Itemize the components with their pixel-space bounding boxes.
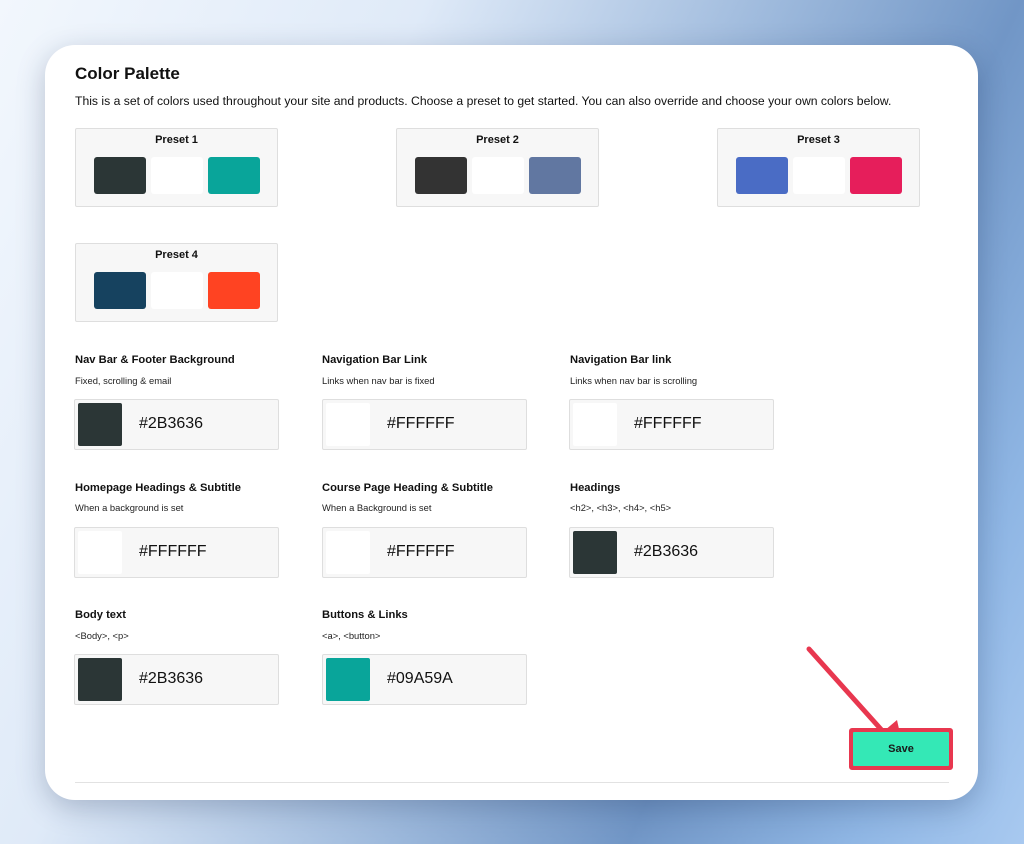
color-palette-panel: Color Palette This is a set of colors us… bbox=[45, 45, 978, 800]
preset-swatch bbox=[208, 272, 260, 309]
color-field-nav-footer-bg[interactable]: #2B3636 bbox=[74, 399, 279, 450]
field-subtitle-nav-link-scrolling: Links when nav bar is scrolling bbox=[570, 375, 698, 386]
preset-4-card[interactable]: Preset 4 bbox=[75, 243, 278, 322]
preset-label: Preset 4 bbox=[155, 249, 198, 261]
field-title-body-text: Body text bbox=[75, 609, 126, 621]
preset-swatch bbox=[151, 272, 203, 309]
hex-value[interactable]: #2B3636 bbox=[139, 670, 203, 688]
field-subtitle-homepage-headings: When a background is set bbox=[75, 502, 184, 513]
color-swatch[interactable] bbox=[326, 658, 370, 701]
field-title-homepage-headings: Homepage Headings & Subtitle bbox=[75, 482, 241, 494]
hex-value[interactable]: #FFFFFF bbox=[139, 543, 207, 561]
hex-value[interactable]: #2B3636 bbox=[634, 543, 698, 561]
color-swatch[interactable] bbox=[326, 531, 370, 574]
hex-value[interactable]: #FFFFFF bbox=[387, 543, 455, 561]
field-title-nav-footer-bg: Nav Bar & Footer Background bbox=[75, 354, 235, 366]
field-subtitle-body-text: <Body>, <p> bbox=[75, 630, 129, 641]
color-swatch[interactable] bbox=[78, 658, 122, 701]
preset-2-card[interactable]: Preset 2 bbox=[396, 128, 599, 207]
field-subtitle-course-page-heading: When a Background is set bbox=[322, 502, 432, 513]
field-title-nav-link-fixed: Navigation Bar Link bbox=[322, 354, 428, 366]
color-swatch[interactable] bbox=[573, 531, 617, 574]
color-swatch[interactable] bbox=[326, 403, 370, 446]
field-title-buttons-links: Buttons & Links bbox=[322, 609, 408, 621]
color-field-nav-link-scrolling[interactable]: #FFFFFF bbox=[569, 399, 774, 450]
field-subtitle-nav-footer-bg: Fixed, scrolling & email bbox=[75, 375, 172, 386]
color-field-nav-link-fixed[interactable]: #FFFFFF bbox=[322, 399, 527, 450]
footer-divider bbox=[75, 782, 949, 783]
preset-3-card[interactable]: Preset 3 bbox=[717, 128, 920, 207]
color-field-course-page-heading[interactable]: #FFFFFF bbox=[322, 527, 527, 578]
field-subtitle-headings: <h2>, <h3>, <h4>, <h5> bbox=[570, 502, 672, 513]
color-field-body-text[interactable]: #2B3636 bbox=[74, 654, 279, 705]
preset-label: Preset 2 bbox=[476, 134, 519, 146]
preset-swatch bbox=[529, 157, 581, 194]
panel-title: Color Palette bbox=[75, 64, 180, 83]
color-swatch[interactable] bbox=[78, 403, 122, 446]
field-subtitle-buttons-links: <a>, <button> bbox=[322, 630, 381, 641]
preset-swatch bbox=[94, 157, 146, 194]
save-button[interactable]: Save bbox=[853, 732, 949, 766]
preset-1-card[interactable]: Preset 1 bbox=[75, 128, 278, 207]
hex-value[interactable]: #2B3636 bbox=[139, 415, 203, 433]
color-swatch[interactable] bbox=[78, 531, 122, 574]
preset-label: Preset 1 bbox=[155, 134, 198, 146]
preset-swatch bbox=[94, 272, 146, 309]
color-field-buttons-links[interactable]: #09A59A bbox=[322, 654, 527, 705]
save-button-highlight: Save bbox=[849, 728, 953, 770]
hex-value[interactable]: #09A59A bbox=[387, 670, 453, 688]
preset-swatch bbox=[415, 157, 467, 194]
field-subtitle-nav-link-fixed: Links when nav bar is fixed bbox=[322, 375, 435, 386]
preset-label: Preset 3 bbox=[797, 134, 840, 146]
color-field-homepage-headings[interactable]: #FFFFFF bbox=[74, 527, 279, 578]
field-title-headings: Headings bbox=[570, 482, 621, 494]
hex-value[interactable]: #FFFFFF bbox=[634, 415, 702, 433]
color-field-headings[interactable]: #2B3636 bbox=[569, 527, 774, 578]
color-swatch[interactable] bbox=[573, 403, 617, 446]
field-title-course-page-heading: Course Page Heading & Subtitle bbox=[322, 482, 493, 494]
preset-swatch bbox=[736, 157, 788, 194]
field-title-nav-link-scrolling: Navigation Bar link bbox=[570, 354, 672, 366]
preset-swatch bbox=[208, 157, 260, 194]
panel-description: This is a set of colors used throughout … bbox=[75, 94, 892, 108]
preset-swatch bbox=[850, 157, 902, 194]
preset-swatch bbox=[793, 157, 845, 194]
preset-swatch bbox=[472, 157, 524, 194]
hex-value[interactable]: #FFFFFF bbox=[387, 415, 455, 433]
preset-swatch bbox=[151, 157, 203, 194]
